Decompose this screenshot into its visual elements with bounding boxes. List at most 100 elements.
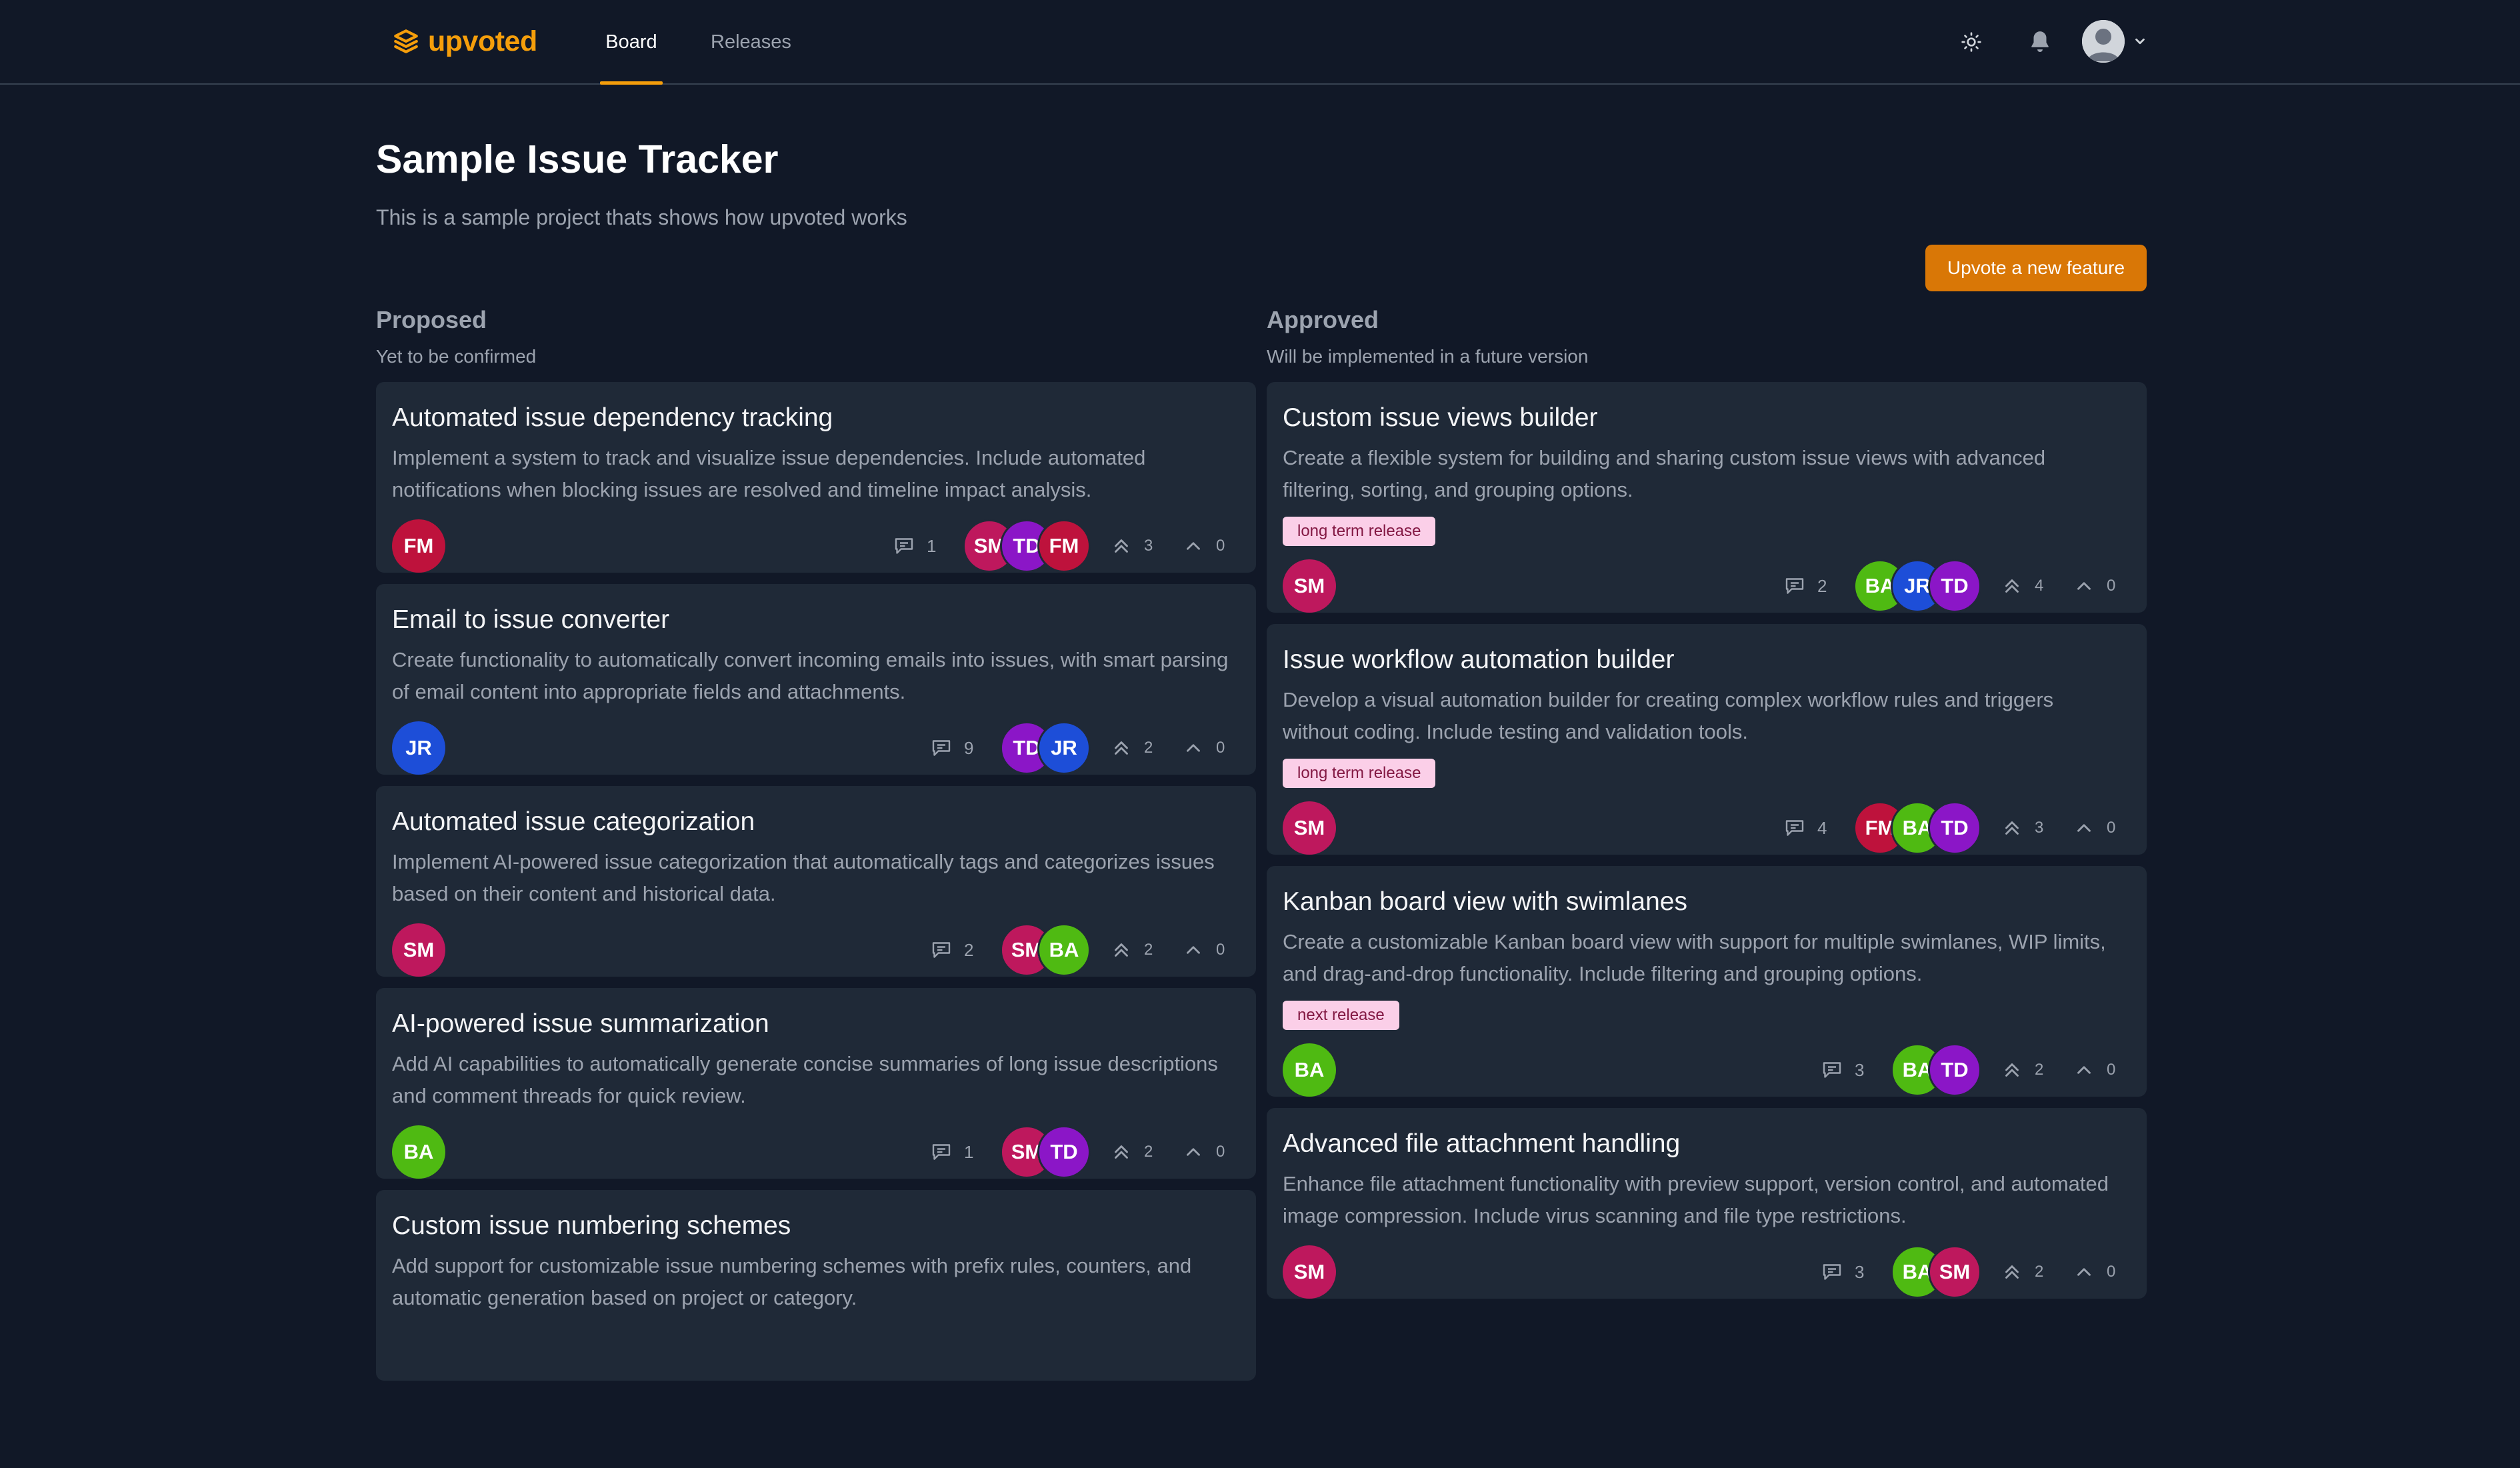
- double-chevron-up-icon[interactable]: [1108, 937, 1135, 963]
- issue-title: Custom issue numbering schemes: [392, 1211, 791, 1240]
- voter-avatar[interactable]: SM: [1928, 1245, 1981, 1299]
- double-chevron-up-icon[interactable]: [1999, 815, 2025, 841]
- chevron-up-icon[interactable]: [2071, 815, 2097, 841]
- notifications-bell-icon[interactable]: [2023, 25, 2057, 59]
- top-navbar: upvoted Board Releases: [0, 0, 2520, 85]
- comment-icon[interactable]: [1819, 1259, 1845, 1285]
- voter-avatars: SM TD: [1000, 1125, 1091, 1179]
- upvote-count: 3: [1144, 537, 1153, 555]
- issue-card[interactable]: Custom issue numbering schemes Add suppo…: [376, 1190, 1256, 1381]
- double-chevron-up-icon[interactable]: [1999, 1057, 2025, 1083]
- stack-logo-icon: [394, 29, 418, 53]
- double-chevron-up-icon[interactable]: [1108, 533, 1135, 559]
- chevron-down-icon: [2135, 38, 2145, 45]
- author-avatar[interactable]: SM: [1283, 801, 1336, 855]
- chevron-up-icon[interactable]: [2071, 1259, 2097, 1285]
- double-chevron-up-icon[interactable]: [1999, 573, 2025, 599]
- release-tag: long term release: [1283, 517, 1436, 546]
- voter-avatar[interactable]: JR: [1037, 721, 1091, 775]
- voter-avatar[interactable]: BA: [1037, 923, 1091, 977]
- app-logo[interactable]: upvoted: [392, 23, 537, 60]
- author-avatar[interactable]: SM: [1283, 559, 1336, 613]
- comment-icon[interactable]: [1819, 1057, 1845, 1083]
- chevron-up-icon[interactable]: [1180, 1139, 1207, 1165]
- tab-releases[interactable]: Releases: [711, 0, 791, 85]
- issue-title: AI-powered issue summarization: [392, 1009, 769, 1038]
- author-avatar[interactable]: BA: [392, 1125, 445, 1179]
- voter-avatars: BA SM: [1891, 1245, 1981, 1299]
- comment-icon[interactable]: [928, 735, 955, 761]
- issue-footer: SM 4 FM BA TD 3 0: [1283, 801, 2131, 855]
- issue-title: Automated issue categorization: [392, 807, 755, 836]
- chevron-up-icon[interactable]: [1180, 937, 1207, 963]
- author-avatar[interactable]: SM: [1283, 1245, 1336, 1299]
- issue-description: Enhance file attachment functionality wi…: [1283, 1172, 2109, 1227]
- author-avatar[interactable]: BA: [1283, 1043, 1336, 1097]
- issue-card[interactable]: Advanced file attachment handling Enhanc…: [1267, 1108, 2147, 1299]
- upvote-count: 4: [2035, 577, 2044, 595]
- tab-board[interactable]: Board: [600, 0, 663, 85]
- issue-card[interactable]: Automated issue dependency tracking Impl…: [376, 382, 1256, 573]
- chevron-up-icon[interactable]: [1180, 735, 1207, 761]
- comment-icon[interactable]: [1781, 573, 1808, 599]
- column-title: Proposed: [376, 306, 487, 333]
- double-chevron-up-icon[interactable]: [1999, 1259, 2025, 1285]
- comment-count: 3: [1855, 1059, 1865, 1080]
- upvote-new-feature-button[interactable]: Upvote a new feature: [1925, 245, 2147, 291]
- vote-count: 0: [1216, 1143, 1225, 1161]
- issue-meta: 3 BA SM 2 0: [1819, 1245, 2120, 1299]
- voter-avatar[interactable]: TD: [1928, 1043, 1981, 1097]
- comment-icon[interactable]: [1781, 815, 1808, 841]
- column-approved: Approved Will be implemented in a future…: [1267, 303, 2147, 1310]
- issue-description: Create functionality to automatically co…: [392, 648, 1229, 703]
- release-tag: long term release: [1283, 759, 1436, 788]
- comment-count: 4: [1817, 817, 1827, 838]
- issue-meta: 2 SM BA 2 0: [928, 923, 1229, 977]
- voter-avatar[interactable]: TD: [1928, 559, 1981, 613]
- vote-count: 0: [1216, 739, 1225, 757]
- author-avatar[interactable]: JR: [392, 721, 445, 775]
- issue-meta: 1 SM TD 2 0: [928, 1125, 1229, 1179]
- user-avatar-icon: [2082, 20, 2125, 63]
- upvote-count: 2: [2035, 1263, 2044, 1281]
- voter-avatars: SM BA: [1000, 923, 1091, 977]
- chevron-up-icon[interactable]: [1180, 533, 1207, 559]
- issue-footer: SM 2 BA JR TD 4 0: [1283, 559, 2131, 613]
- voter-avatar[interactable]: TD: [1928, 801, 1981, 855]
- voter-avatar[interactable]: TD: [1037, 1125, 1091, 1179]
- column-title: Approved: [1267, 306, 1379, 333]
- double-chevron-up-icon[interactable]: [1108, 1139, 1135, 1165]
- chevron-up-icon[interactable]: [2071, 1057, 2097, 1083]
- issue-meta: 4 FM BA TD 3 0: [1781, 801, 2120, 855]
- issue-description: Develop a visual automation builder for …: [1283, 688, 2054, 743]
- author-avatar[interactable]: FM: [392, 519, 445, 573]
- comment-icon[interactable]: [928, 937, 955, 963]
- issue-title: Custom issue views builder: [1283, 403, 1598, 432]
- tab-board-label: Board: [605, 31, 657, 53]
- issue-card[interactable]: AI-powered issue summarization Add AI ca…: [376, 988, 1256, 1179]
- comment-icon[interactable]: [891, 533, 917, 559]
- upvote-count: 2: [1144, 1143, 1153, 1161]
- comment-icon[interactable]: [928, 1139, 955, 1165]
- vote-count: 0: [2107, 1263, 2116, 1281]
- issue-card[interactable]: Automated issue categorization Implement…: [376, 786, 1256, 977]
- user-menu[interactable]: [2082, 20, 2147, 63]
- issue-title: Advanced file attachment handling: [1283, 1129, 1681, 1158]
- comment-count: 1: [964, 1141, 974, 1162]
- issue-card[interactable]: Email to issue converter Create function…: [376, 584, 1256, 775]
- page-title: Sample Issue Tracker: [376, 137, 779, 181]
- issue-footer: BA 1 SM TD 2 0: [392, 1125, 1240, 1179]
- theme-toggle-sun-icon[interactable]: [1955, 25, 1988, 59]
- column-proposed: Proposed Yet to be confirmed Automated i…: [376, 303, 1256, 1392]
- vote-count: 0: [2107, 1061, 2116, 1079]
- vote-count: 0: [1216, 537, 1225, 555]
- issue-card[interactable]: Kanban board view with swimlanes Create …: [1267, 866, 2147, 1097]
- issue-title: Email to issue converter: [392, 605, 670, 634]
- issue-card[interactable]: Issue workflow automation builder Develo…: [1267, 624, 2147, 855]
- chevron-up-icon[interactable]: [2071, 573, 2097, 599]
- double-chevron-up-icon[interactable]: [1108, 735, 1135, 761]
- issue-card[interactable]: Custom issue views builder Create a flex…: [1267, 382, 2147, 613]
- author-avatar[interactable]: SM: [392, 923, 445, 977]
- voter-avatar[interactable]: FM: [1037, 519, 1091, 573]
- issue-title: Issue workflow automation builder: [1283, 645, 1675, 674]
